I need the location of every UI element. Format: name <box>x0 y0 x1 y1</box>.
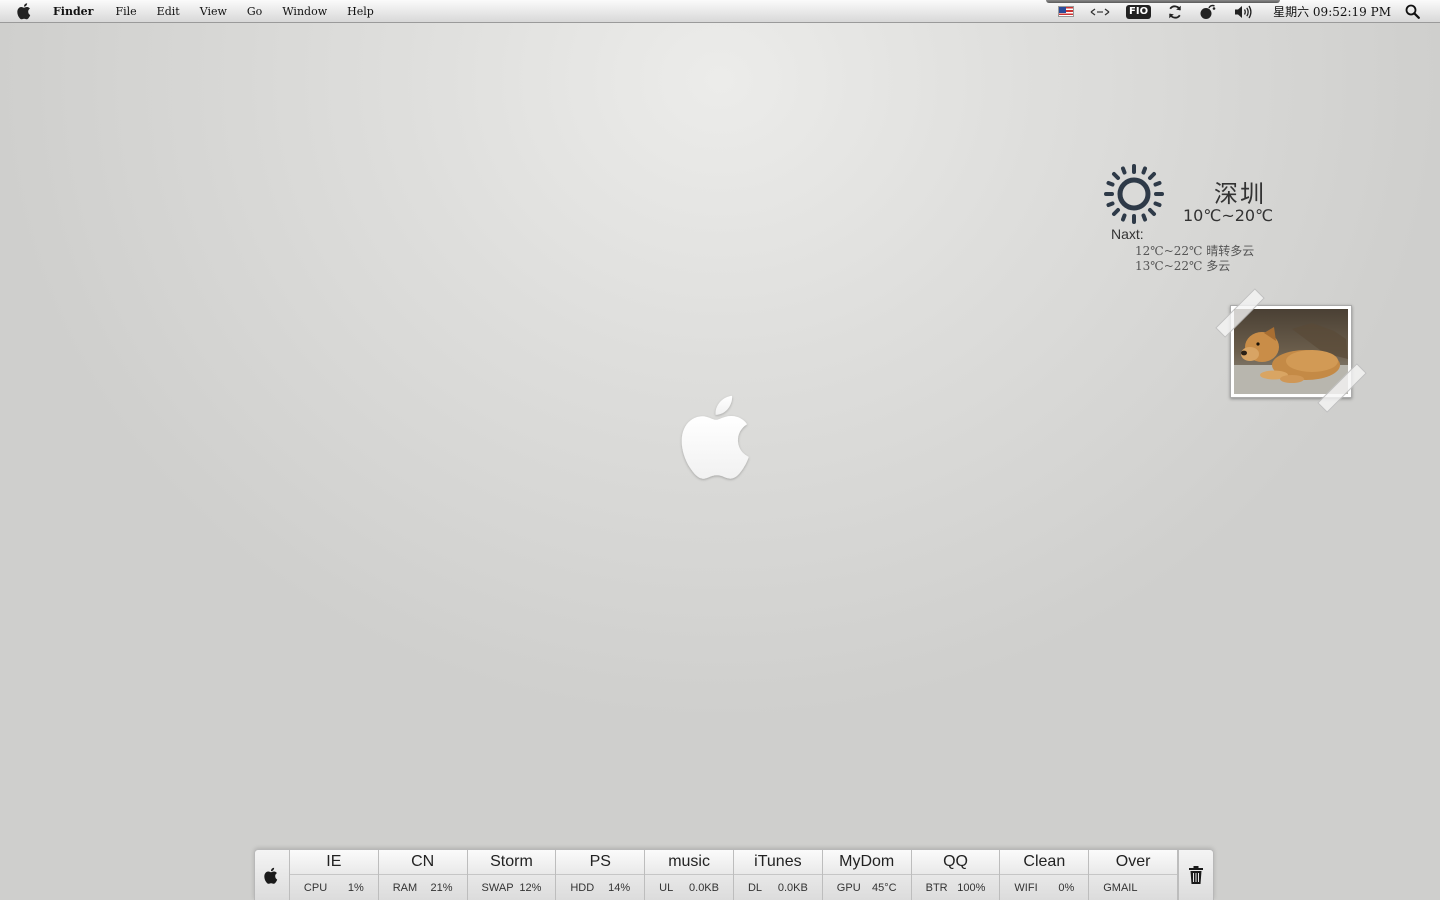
stat-label: DL <box>747 881 763 894</box>
dock-cell-ie: IE CPU 1% <box>289 850 379 900</box>
stat-label: WIFI <box>1014 881 1038 894</box>
dock-cell-cn: CN RAM 21% <box>378 850 468 900</box>
volume-icon[interactable] <box>1233 0 1253 23</box>
stat-value: 0% <box>1058 881 1075 894</box>
dock-cell-clean: Clean WIFI 0% <box>1000 850 1090 900</box>
menu-window[interactable]: Window <box>272 0 337 23</box>
apple-menu-icon[interactable] <box>14 0 36 23</box>
dock: IE CPU 1% CN RAM 21% Storm SWAP 12% PS HDD 1… <box>254 849 1214 900</box>
menu-view[interactable]: View <box>190 0 237 23</box>
dock-stat-battery: BTR 100% <box>912 875 1000 900</box>
dock-app-over[interactable]: Over <box>1089 850 1178 875</box>
stat-value: 12% <box>519 881 542 894</box>
dock-stat-hdd: HDD 14% <box>556 875 644 900</box>
stat-value: 0.0KB <box>689 881 719 894</box>
dock-app-itunes[interactable]: iTunes <box>733 850 822 875</box>
dock-cell-storm: Storm SWAP 12% <box>467 850 557 900</box>
dock-stat-wifi: WIFI 0% <box>1000 875 1088 900</box>
weather-widget[interactable]: 深圳 10℃~20℃ Naxt: 12℃~22℃ 晴转多云 13℃~22℃ 多云 <box>1098 160 1298 280</box>
dock-stat-swap: SWAP 12% <box>468 875 556 900</box>
fio-badge[interactable]: FIO <box>1126 0 1152 23</box>
menu-file[interactable]: File <box>105 0 146 23</box>
menu-help[interactable]: Help <box>337 0 384 23</box>
dock-stat-upload: UL 0.0KB <box>645 875 733 900</box>
menu-finder[interactable]: Finder <box>44 0 103 23</box>
sun-icon <box>1104 164 1164 224</box>
sync-icon[interactable] <box>1167 0 1183 23</box>
dock-stat-ram: RAM 21% <box>379 875 467 900</box>
trash-icon[interactable] <box>1178 850 1213 900</box>
menu-edit[interactable]: Edit <box>147 0 190 23</box>
dock-cell-over: Over GMAIL <box>1089 850 1179 900</box>
network-arrows-icon[interactable] <box>1090 0 1110 23</box>
dock-cell-mydom: MyDom GPU 45°C <box>822 850 912 900</box>
stat-value: 45°C <box>872 881 897 894</box>
weather-temperature: 10℃~20℃ <box>1183 206 1274 225</box>
stat-label: GPU <box>836 881 861 894</box>
stat-label: RAM <box>392 881 418 894</box>
dock-app-clean[interactable]: Clean <box>1000 850 1089 875</box>
stat-value: 1% <box>347 881 364 894</box>
status-icon[interactable] <box>1199 0 1217 23</box>
menu-clock[interactable]: 星期六 09:52:19 PM <box>1273 3 1391 20</box>
dock-app-music[interactable]: music <box>645 850 733 875</box>
stat-label: HDD <box>570 881 595 894</box>
photo-frame <box>1230 305 1352 398</box>
menu-go[interactable]: Go <box>237 0 272 23</box>
dock-stat-download: DL 0.0KB <box>734 875 822 900</box>
dock-app-ie[interactable]: IE <box>289 850 378 875</box>
stat-value: 0.0KB <box>777 881 808 894</box>
stat-value: 21% <box>430 881 453 894</box>
dock-apple-icon[interactable] <box>255 850 290 900</box>
dock-app-storm[interactable]: Storm <box>467 850 556 875</box>
photo-widget[interactable] <box>1212 286 1372 418</box>
dock-app-ps[interactable]: PS <box>556 850 645 875</box>
stat-label: CPU <box>303 881 328 894</box>
dock-stat-gpu: GPU 45°C <box>823 875 911 900</box>
us-flag-icon[interactable] <box>1058 0 1075 23</box>
dock-cell-qq: QQ BTR 100% <box>911 850 1001 900</box>
stat-value: 14% <box>608 881 631 894</box>
dock-cell-ps: PS HDD 14% <box>556 850 646 900</box>
weather-city: 深圳 <box>1214 180 1266 208</box>
stat-label: SWAP <box>481 881 514 894</box>
stat-label: BTR <box>925 881 948 894</box>
stat-label: GMAIL <box>1103 881 1138 894</box>
desktop-apple-logo <box>678 388 764 486</box>
forecast-day-2: 13℃~22℃ 多云 <box>1135 259 1231 273</box>
spotlight-search-icon[interactable] <box>1405 0 1420 23</box>
dock-stat-gmail: GMAIL <box>1089 875 1177 900</box>
dock-app-cn[interactable]: CN <box>378 850 467 875</box>
dock-cell-itunes: iTunes DL 0.0KB <box>733 850 823 900</box>
stat-label: UL <box>659 881 674 894</box>
dock-stat-cpu: CPU 1% <box>290 875 378 900</box>
forecast-label: Naxt: <box>1111 226 1144 242</box>
fio-label: FIO <box>1126 4 1152 19</box>
dog-photo <box>1234 309 1348 394</box>
dock-app-qq[interactable]: QQ <box>911 850 1000 875</box>
dock-app-mydom[interactable]: MyDom <box>822 850 911 875</box>
menu-extras: FIO 星期六 09:52:19 PM <box>1050 0 1440 23</box>
dock-cell-music: music UL 0.0KB <box>645 850 734 900</box>
menu-bar: Finder File Edit View Go Window Help FIO <box>0 0 1440 23</box>
stat-value: 100% <box>957 881 986 894</box>
